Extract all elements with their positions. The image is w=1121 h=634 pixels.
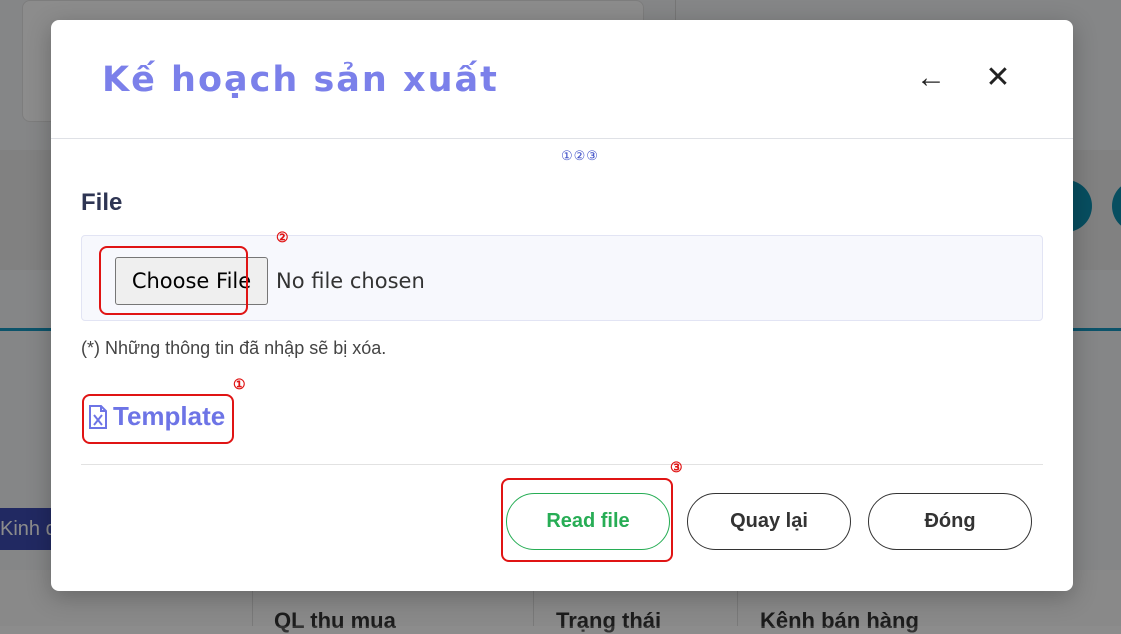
close-button[interactable]: Đóng [868, 493, 1032, 550]
back-arrow-icon[interactable]: ← [913, 60, 949, 96]
callout-box-template [82, 394, 234, 444]
no-file-text: No file chosen [276, 269, 425, 293]
callout-number-2: ② [276, 229, 289, 245]
warning-note: (*) Những thông tin đã nhập sẽ bị xóa. [81, 338, 387, 358]
callout-legend: ①②③ [561, 148, 599, 163]
modal-header: Kế hoạch sản xuất ← ✕ [51, 20, 1073, 139]
back-button[interactable]: Quay lại [687, 493, 851, 550]
footer-divider [81, 464, 1043, 465]
modal-title: Kế hoạch sản xuất [102, 60, 499, 100]
file-label: File [81, 189, 123, 216]
close-icon[interactable]: ✕ [980, 60, 1016, 96]
callout-number-1: ① [233, 376, 246, 392]
callout-box-choose-file [99, 246, 248, 315]
callout-box-read-file [501, 478, 673, 562]
callout-number-3: ③ [670, 459, 683, 475]
